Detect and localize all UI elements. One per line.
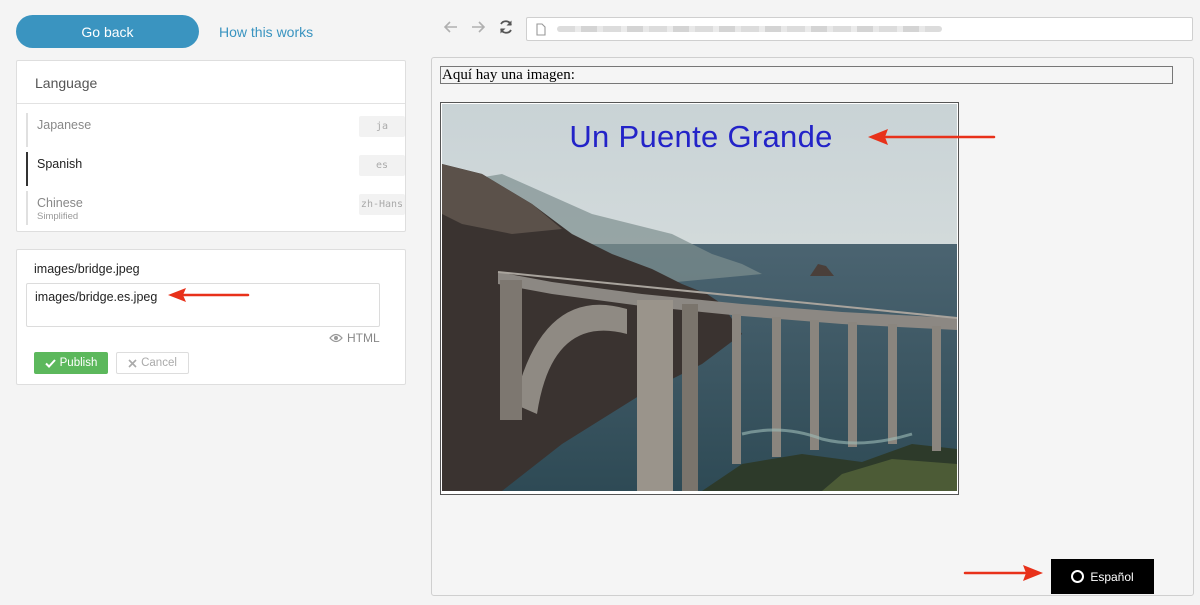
html-toggle[interactable]: HTML bbox=[329, 331, 380, 345]
publish-button[interactable]: Publish bbox=[34, 352, 108, 374]
language-name: Chinese bbox=[37, 196, 83, 210]
reload-icon[interactable] bbox=[496, 17, 516, 37]
how-this-works-link[interactable]: How this works bbox=[219, 24, 313, 40]
annotation-arrow-icon bbox=[168, 288, 250, 302]
forward-arrow-icon[interactable] bbox=[468, 17, 488, 37]
back-arrow-icon[interactable] bbox=[441, 17, 461, 37]
check-icon bbox=[44, 358, 56, 368]
publish-label: Publish bbox=[59, 357, 98, 369]
annotation-arrow-icon bbox=[963, 565, 1043, 581]
eye-icon bbox=[329, 333, 343, 343]
html-toggle-label: HTML bbox=[347, 331, 380, 345]
url-bar[interactable] bbox=[526, 17, 1193, 41]
source-text: images/bridge.jpeg bbox=[34, 262, 140, 276]
annotation-arrow-icon bbox=[868, 129, 996, 145]
language-name: Japanese bbox=[37, 118, 92, 132]
cancel-button[interactable]: Cancel bbox=[116, 352, 189, 374]
page-preview: Aquí hay una imagen: Un Puente Grande Es… bbox=[431, 57, 1194, 596]
language-code: ja bbox=[359, 116, 405, 137]
bridge-image bbox=[442, 104, 957, 491]
language-item-spanish[interactable]: Spanish es bbox=[26, 152, 405, 186]
language-switch-button[interactable]: Español bbox=[1051, 559, 1154, 594]
language-panel-title: Language bbox=[17, 61, 405, 104]
go-back-button[interactable]: Go back bbox=[16, 15, 199, 48]
close-icon bbox=[128, 358, 137, 368]
language-switch-label: Español bbox=[1090, 569, 1134, 584]
cancel-label: Cancel bbox=[141, 357, 177, 369]
preview-image-frame: Un Puente Grande bbox=[440, 102, 959, 495]
language-name: Spanish bbox=[37, 157, 83, 171]
translation-editor: images/bridge.jpeg images/bridge.es.jpeg… bbox=[16, 249, 406, 385]
language-code: zh-Hans bbox=[359, 194, 405, 215]
language-item-chinese[interactable]: Chinese Simplified zh-Hans bbox=[26, 191, 405, 225]
blurred-url bbox=[557, 26, 942, 32]
language-code: es bbox=[359, 155, 405, 176]
language-subname: Simplified bbox=[37, 211, 79, 222]
language-panel: Language Japanese ja Spanish es Chinese … bbox=[16, 60, 406, 232]
preview-heading: Aquí hay una imagen: bbox=[440, 66, 1173, 84]
page-icon bbox=[536, 23, 546, 36]
globe-icon bbox=[1071, 570, 1085, 583]
language-item-japanese[interactable]: Japanese ja bbox=[26, 113, 405, 147]
